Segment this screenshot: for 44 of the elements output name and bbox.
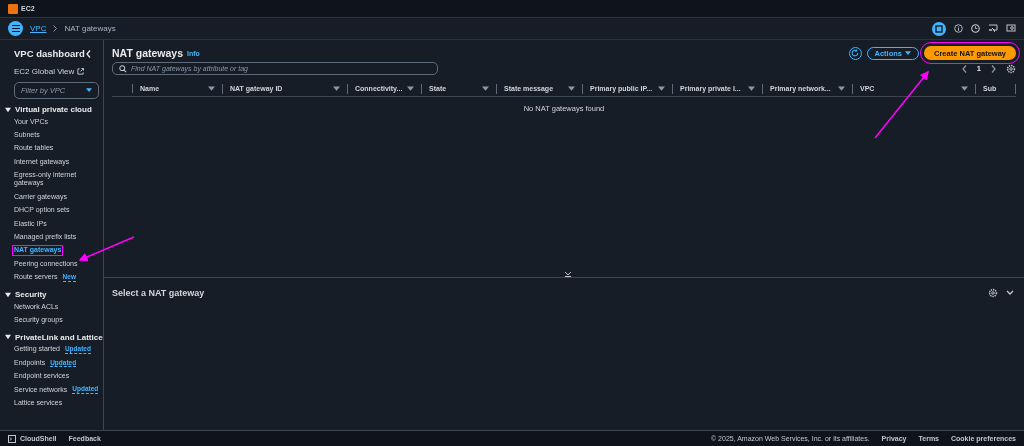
filter-caret-icon[interactable] <box>961 85 968 92</box>
filter-caret-icon[interactable] <box>482 85 489 92</box>
resize-handle-icon[interactable] <box>564 271 572 277</box>
menu-button[interactable] <box>8 21 23 36</box>
breadcrumb-current: NAT gateways <box>64 24 116 33</box>
clock-icon[interactable] <box>971 24 980 33</box>
filter-caret-icon[interactable] <box>568 85 575 92</box>
external-link-icon <box>77 68 85 75</box>
section-heading[interactable]: Security <box>15 290 47 300</box>
section-heading[interactable]: Virtual private cloud <box>15 105 92 114</box>
section-heading[interactable]: PrivateLink and Lattice <box>15 332 103 342</box>
filter-caret-icon[interactable] <box>838 85 845 92</box>
previous-page-icon[interactable] <box>961 64 967 73</box>
global-view-link[interactable]: EC2 Global View <box>14 67 75 76</box>
chevron-right-icon <box>53 25 58 32</box>
chevron-down-icon[interactable] <box>1006 290 1014 296</box>
page-title: NAT gateways <box>112 47 183 59</box>
info-icon[interactable] <box>954 24 963 33</box>
filter-caret-icon[interactable] <box>658 85 665 92</box>
settings-icon[interactable] <box>1006 63 1016 74</box>
search-icon <box>119 64 127 73</box>
breadcrumb-link[interactable]: VPC <box>30 24 47 33</box>
filter-caret-icon[interactable] <box>333 85 340 92</box>
filter-caret-icon[interactable] <box>208 85 215 92</box>
notification-panel-icon[interactable] <box>932 21 946 36</box>
section-caret-icon[interactable] <box>5 334 11 341</box>
collapse-chevron-icon[interactable] <box>86 49 91 58</box>
filter-caret-icon[interactable] <box>407 85 414 92</box>
dropdown-caret-icon[interactable] <box>905 50 912 56</box>
filter-caret-icon[interactable] <box>748 85 755 92</box>
preferences-icon[interactable] <box>988 288 998 298</box>
menu-icon[interactable] <box>11 25 20 32</box>
section-caret-icon[interactable] <box>5 106 11 113</box>
terminal-icon[interactable] <box>8 434 16 443</box>
sidebar-title: VPC dashboard <box>14 48 85 59</box>
next-page-icon[interactable] <box>991 64 996 73</box>
section-caret-icon[interactable] <box>5 291 11 298</box>
dropdown-caret-icon[interactable] <box>86 88 92 93</box>
service-logo-icon[interactable] <box>8 3 18 14</box>
annotation-arrow <box>874 70 929 139</box>
monitor-search-icon[interactable] <box>1006 24 1016 33</box>
monitor-cursor-icon[interactable] <box>988 24 998 33</box>
details-title: Select a NAT gateway <box>112 288 205 298</box>
annotation-arrow <box>78 236 135 262</box>
